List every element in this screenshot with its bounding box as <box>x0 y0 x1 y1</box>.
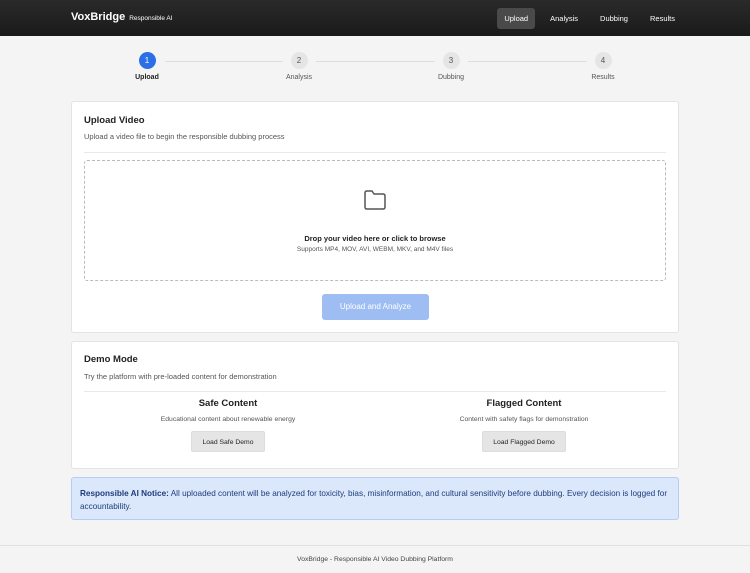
brand-tagline: Responsible AI <box>129 15 173 22</box>
brand-name: VoxBridge <box>71 11 126 23</box>
step-number: 1 <box>138 52 156 69</box>
step-connector <box>468 61 587 62</box>
divider <box>84 391 666 392</box>
top-nav: Upload Analysis Dubbing Results <box>497 8 682 29</box>
step-dubbing: 3 Dubbing <box>421 52 481 81</box>
dropzone-title: Drop your video here or click to browse <box>304 234 446 243</box>
upload-title: Upload Video <box>84 115 145 126</box>
safe-content-desc: Educational content about renewable ener… <box>160 416 296 423</box>
step-label: Upload <box>135 74 159 81</box>
step-results: 4 Results <box>573 52 633 81</box>
notice-text: All uploaded content will be analyzed fo… <box>80 489 668 511</box>
nav-analysis[interactable]: Analysis <box>543 8 585 29</box>
step-number: 3 <box>442 52 460 69</box>
brand[interactable]: VoxBridge Responsible AI <box>71 11 173 23</box>
step-connector <box>316 61 435 62</box>
step-analysis: 2 Analysis <box>269 52 329 81</box>
demo-title: Demo Mode <box>84 354 138 365</box>
nav-results[interactable]: Results <box>643 8 682 29</box>
step-label: Analysis <box>285 74 313 81</box>
app-header: VoxBridge Responsible AI Upload Analysis… <box>0 0 750 36</box>
divider <box>84 152 666 153</box>
footer-text: VoxBridge - Responsible AI Video Dubbing… <box>297 556 453 563</box>
step-label: Results <box>591 74 615 81</box>
load-flagged-demo-button[interactable]: Load Flagged Demo <box>482 431 566 452</box>
flagged-content-desc: Content with safety flags for demonstrat… <box>459 416 589 423</box>
safe-content-title: Safe Content <box>198 398 258 409</box>
step-connector <box>165 61 283 62</box>
flagged-content-title: Flagged Content <box>486 398 562 409</box>
nav-dubbing[interactable]: Dubbing <box>593 8 635 29</box>
responsible-ai-notice: Responsible AI Notice: All uploaded cont… <box>71 477 679 520</box>
step-label: Dubbing <box>437 74 465 81</box>
demo-flagged: Flagged Content Content with safety flag… <box>424 398 624 452</box>
upload-subtitle: Upload a video file to begin the respons… <box>84 132 285 141</box>
load-safe-demo-button[interactable]: Load Safe Demo <box>191 431 265 452</box>
upload-analyze-button[interactable]: Upload and Analyze <box>322 294 429 320</box>
video-dropzone[interactable]: Drop your video here or click to browse … <box>84 160 666 281</box>
step-upload: 1 Upload <box>117 52 177 81</box>
folder-icon <box>364 190 386 210</box>
upload-card: Upload Video Upload a video file to begi… <box>71 101 679 333</box>
notice-label: Responsible AI Notice: <box>80 489 169 498</box>
nav-upload[interactable]: Upload <box>497 8 536 29</box>
demo-safe: Safe Content Educational content about r… <box>128 398 328 452</box>
demo-card: Demo Mode Try the platform with pre-load… <box>71 341 679 469</box>
step-number: 2 <box>290 52 308 69</box>
footer: VoxBridge - Responsible AI Video Dubbing… <box>0 545 750 573</box>
step-number: 4 <box>594 52 612 69</box>
dropzone-formats: Supports MP4, MOV, AVI, WEBM, MKV, and M… <box>296 246 454 253</box>
progress-stepper: 1 Upload 2 Analysis 3 Dubbing 4 Results <box>0 52 750 92</box>
demo-subtitle: Try the platform with pre-loaded content… <box>84 372 277 381</box>
